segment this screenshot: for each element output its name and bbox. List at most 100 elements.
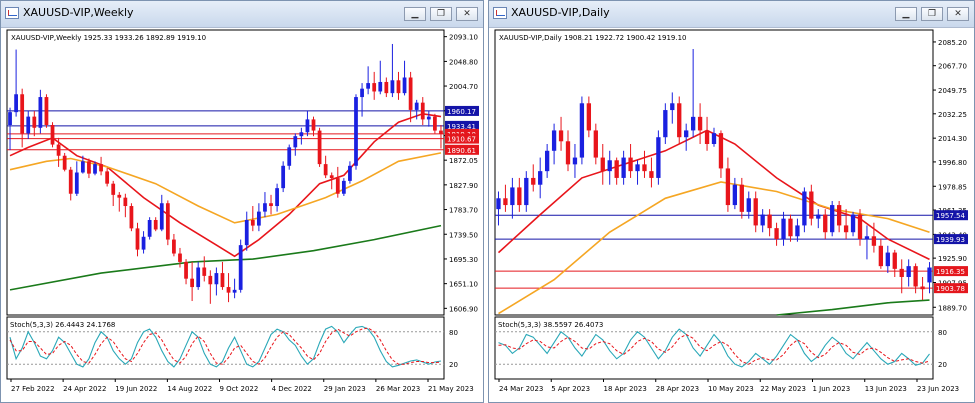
candle-body bbox=[44, 97, 49, 125]
candle-body bbox=[396, 80, 401, 94]
price-level-label: 1910.67 bbox=[447, 136, 476, 144]
candle-body bbox=[663, 110, 668, 138]
candle-body bbox=[802, 191, 807, 226]
candle-body bbox=[551, 130, 557, 151]
price-level-label: 1939.93 bbox=[936, 236, 965, 244]
candle-body bbox=[159, 203, 164, 230]
price-level-label: 1960.17 bbox=[447, 108, 476, 116]
x-axis-label: 5 Apr 2023 bbox=[551, 385, 590, 393]
candle-body bbox=[531, 177, 536, 185]
candle-body bbox=[68, 169, 73, 194]
x-axis-label: 28 Apr 2023 bbox=[656, 385, 699, 393]
candle-body bbox=[190, 278, 194, 288]
candle-body bbox=[697, 116, 703, 131]
y-axis-label: 1872.05 bbox=[449, 157, 478, 165]
candle-body bbox=[850, 214, 856, 233]
candle-body bbox=[196, 267, 201, 288]
candle-body bbox=[746, 198, 751, 212]
candle-body bbox=[656, 137, 661, 178]
candle-body bbox=[378, 81, 383, 92]
candle-body bbox=[510, 187, 515, 206]
candle-body bbox=[281, 165, 286, 189]
candle-body bbox=[767, 214, 772, 229]
candle-body bbox=[524, 177, 529, 206]
candle-body bbox=[711, 133, 717, 144]
candle-body bbox=[238, 245, 243, 290]
y-axis-label: 1978.85 bbox=[938, 183, 967, 191]
minimize-button[interactable]: ▁ bbox=[895, 7, 917, 21]
candle-body bbox=[20, 94, 25, 134]
candle-body bbox=[732, 184, 738, 206]
weekly-title-bar[interactable]: XAUUSD-VIP,Weekly ▁ ❐ ✕ bbox=[1, 1, 483, 28]
candle-body bbox=[830, 205, 835, 233]
candle-body bbox=[788, 218, 793, 237]
candle-body bbox=[165, 203, 170, 240]
x-axis-label: 23 Jun 2023 bbox=[917, 385, 959, 393]
candle-body bbox=[760, 214, 765, 226]
close-button[interactable]: ✕ bbox=[947, 7, 969, 21]
x-axis-label: 24 Mar 2023 bbox=[499, 385, 543, 393]
restore-button[interactable]: ❐ bbox=[921, 7, 943, 21]
y-axis-label: 1783.70 bbox=[449, 207, 478, 215]
price-level-label: 1957.54 bbox=[936, 212, 965, 220]
daily-chart-window: XAUUSD-VIP,Daily ▁ ❐ ✕ 2085.20 2067.70 204… bbox=[488, 0, 975, 403]
weekly-chart-svg[interactable]: 2093.102048.802004.701960.401916.101872.… bbox=[1, 27, 483, 402]
candle-body bbox=[305, 119, 310, 133]
candle-body bbox=[226, 287, 231, 293]
candle-body bbox=[885, 252, 890, 267]
chart-window-icon bbox=[493, 7, 507, 19]
candle-body bbox=[544, 150, 550, 172]
candle-body bbox=[360, 88, 364, 98]
close-button[interactable]: ✕ bbox=[456, 7, 478, 21]
candle-body bbox=[774, 228, 779, 239]
x-axis-label: 26 Mar 2023 bbox=[376, 385, 420, 393]
candle-body bbox=[50, 125, 55, 145]
weekly-chart-area[interactable]: 2093.102048.802004.701960.401916.101872.… bbox=[1, 27, 483, 402]
candle-body bbox=[538, 171, 543, 185]
daily-chart-svg[interactable]: 2085.20 2067.70 2049.75 2032.25 2014.30 1996.… bbox=[489, 27, 974, 402]
candle-body bbox=[920, 286, 925, 290]
restore-button[interactable]: ❐ bbox=[430, 7, 452, 21]
daily-chart-area[interactable]: 2085.20 2067.70 2049.75 2032.25 2014.30 1996.… bbox=[489, 27, 974, 402]
stoch-level-label: 80 bbox=[938, 329, 947, 337]
y-axis-label: 2067.70 bbox=[938, 63, 967, 71]
candle-body bbox=[220, 273, 225, 288]
stoch-level-label: 80 bbox=[449, 329, 458, 337]
candle-body bbox=[628, 157, 633, 172]
candle-body bbox=[214, 273, 219, 285]
y-axis-label: 2014.30 bbox=[938, 135, 967, 143]
candle-body bbox=[558, 130, 564, 142]
minimize-button[interactable]: ▁ bbox=[404, 7, 426, 21]
candle-body bbox=[600, 157, 605, 172]
y-axis-label: 1889.70 bbox=[938, 304, 967, 312]
main-plot-frame bbox=[494, 29, 934, 316]
weekly-chart-window: XAUUSD-VIP,Weekly ▁ ❐ ✕ 2093.10 2048.80 20… bbox=[0, 0, 484, 403]
symbol-info-label: XAUUSD-VIP,Daily 1908.21 1922.72 1900.42… bbox=[499, 34, 686, 42]
candle-body bbox=[372, 83, 377, 92]
candle-body bbox=[208, 275, 213, 285]
candle-body bbox=[275, 188, 279, 207]
candle-body bbox=[864, 236, 870, 239]
stoch-info-label: Stoch(5,3,3) 38.5597 26.4073 bbox=[498, 321, 603, 329]
y-axis-label: 1651.10 bbox=[449, 281, 478, 289]
candle-body bbox=[147, 220, 152, 237]
candle-body bbox=[899, 268, 904, 277]
candle-body bbox=[111, 183, 116, 195]
y-axis-label: 1925.90 bbox=[938, 255, 967, 263]
candle-body bbox=[250, 220, 255, 226]
candle-body bbox=[8, 112, 12, 125]
candle-body bbox=[572, 157, 578, 165]
candle-body bbox=[718, 133, 724, 169]
daily-title-bar[interactable]: XAUUSD-VIP,Daily ▁ ❐ ✕ bbox=[489, 1, 974, 28]
candle-body bbox=[753, 198, 758, 226]
candle-body bbox=[586, 103, 592, 131]
x-axis-label: 24 Apr 2022 bbox=[63, 385, 106, 393]
candle-body bbox=[433, 116, 437, 131]
candle-body bbox=[56, 144, 61, 156]
candle-body bbox=[153, 220, 158, 230]
candle-body bbox=[408, 77, 413, 110]
stoch-level-label: 20 bbox=[449, 361, 458, 369]
candle-body bbox=[517, 187, 522, 206]
candle-body bbox=[293, 136, 298, 148]
candle-body bbox=[335, 178, 340, 194]
